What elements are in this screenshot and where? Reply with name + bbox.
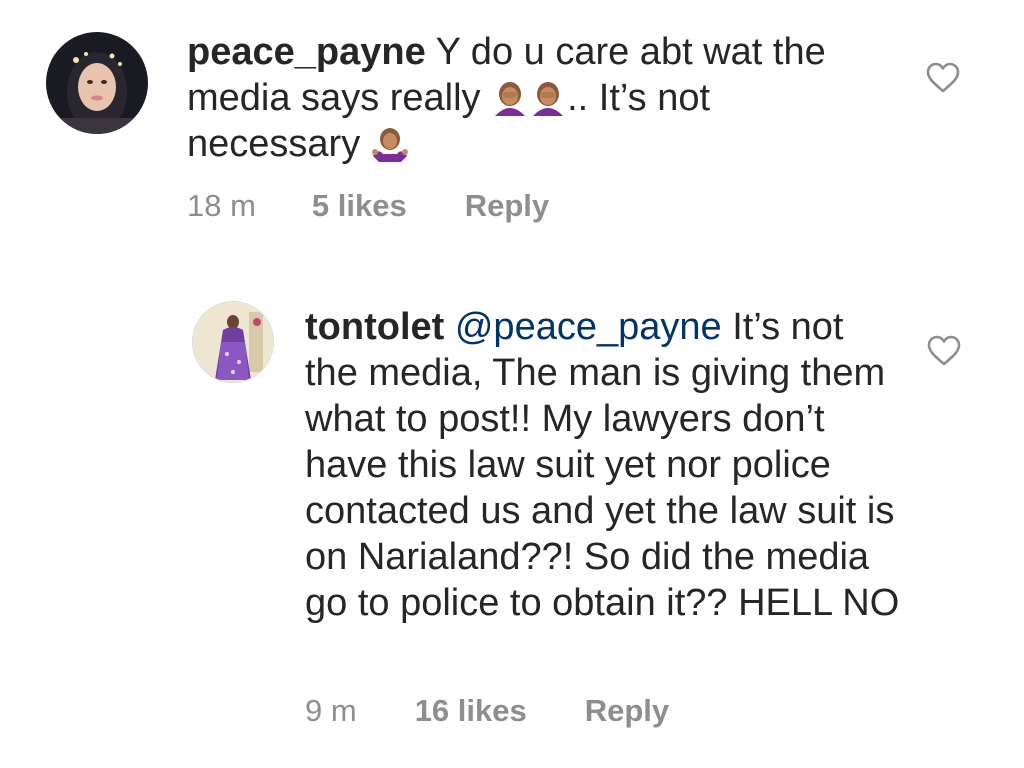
comment-username[interactable]: peace_payne <box>187 31 426 73</box>
comment-tontolet: tontolet @peace_payne It’s not the media… <box>0 280 1024 750</box>
comment-peace-payne: peace_payne Y do u care abt wat the medi… <box>0 0 1024 250</box>
comment-time: 9 m <box>305 693 357 728</box>
comment-meta: 18 m 5 likes Reply <box>187 188 549 224</box>
woman-shrugging-emoji-icon <box>371 126 409 162</box>
comment-meta: 9 m 16 likes Reply <box>305 693 669 729</box>
comment-username[interactable]: tontolet <box>305 306 444 348</box>
comment-likes[interactable]: 16 likes <box>415 693 527 729</box>
comment-body: It’s not the media, The man is giving th… <box>305 306 900 624</box>
woman-facepalming-emoji-icon <box>491 80 529 116</box>
heart-outline-icon[interactable] <box>927 335 961 367</box>
reply-button[interactable]: Reply <box>585 693 669 729</box>
reply-button[interactable]: Reply <box>465 188 549 224</box>
comment-likes[interactable]: 5 likes <box>312 188 407 224</box>
comment-time: 18 m <box>187 188 256 223</box>
reply-comment-text: tontolet @peace_payne It’s not the media… <box>305 304 905 626</box>
woman-facepalming-emoji-icon <box>529 80 567 116</box>
avatar-tontolet[interactable] <box>192 301 274 383</box>
avatar-peace-payne[interactable] <box>46 32 148 134</box>
heart-outline-icon[interactable] <box>926 62 960 94</box>
comment-text: peace_payne Y do u care abt wat the medi… <box>187 29 827 167</box>
mention-link[interactable]: @peace_payne <box>455 306 722 348</box>
